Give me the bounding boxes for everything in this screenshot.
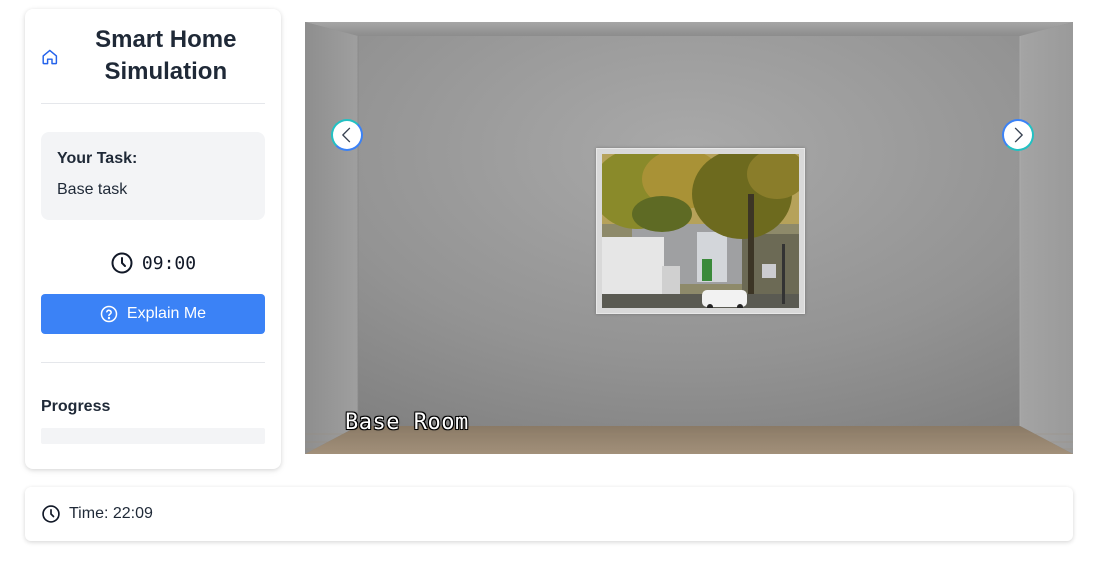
task-label: Your Task: <box>57 150 138 167</box>
brand-header: Smart Home Simulation <box>41 9 265 104</box>
chevron-right-icon <box>1014 127 1023 143</box>
room-name-label: Base Room <box>345 410 469 435</box>
clock-icon <box>111 252 133 274</box>
task-text: Base task <box>57 181 128 198</box>
home-icon <box>42 49 58 65</box>
previous-room-button[interactable] <box>331 119 363 151</box>
app-title: Smart Home Simulation <box>95 26 237 85</box>
clock-icon <box>42 505 60 523</box>
next-room-button[interactable] <box>1002 119 1034 151</box>
question-circle-icon <box>100 305 118 323</box>
status-bar: Time: 22:09 <box>25 487 1073 541</box>
window-frame <box>596 148 805 314</box>
outdoor-view-image <box>602 154 799 308</box>
timer-value: 09:00 <box>141 252 197 274</box>
room-view: Base Room <box>305 22 1073 454</box>
countdown-timer: 09:00 <box>41 251 265 275</box>
explain-me-button[interactable]: Explain Me <box>41 294 265 334</box>
divider <box>41 362 265 363</box>
sidebar: Smart Home Simulation Your Task: Base ta… <box>25 9 281 469</box>
current-time: Time: 22:09 <box>69 505 153 522</box>
explain-me-label: Explain Me <box>126 305 207 322</box>
progress-label: Progress <box>41 398 111 415</box>
progress-bar <box>41 428 265 444</box>
task-card: Your Task: Base task <box>41 132 265 220</box>
chevron-left-icon <box>342 127 351 143</box>
